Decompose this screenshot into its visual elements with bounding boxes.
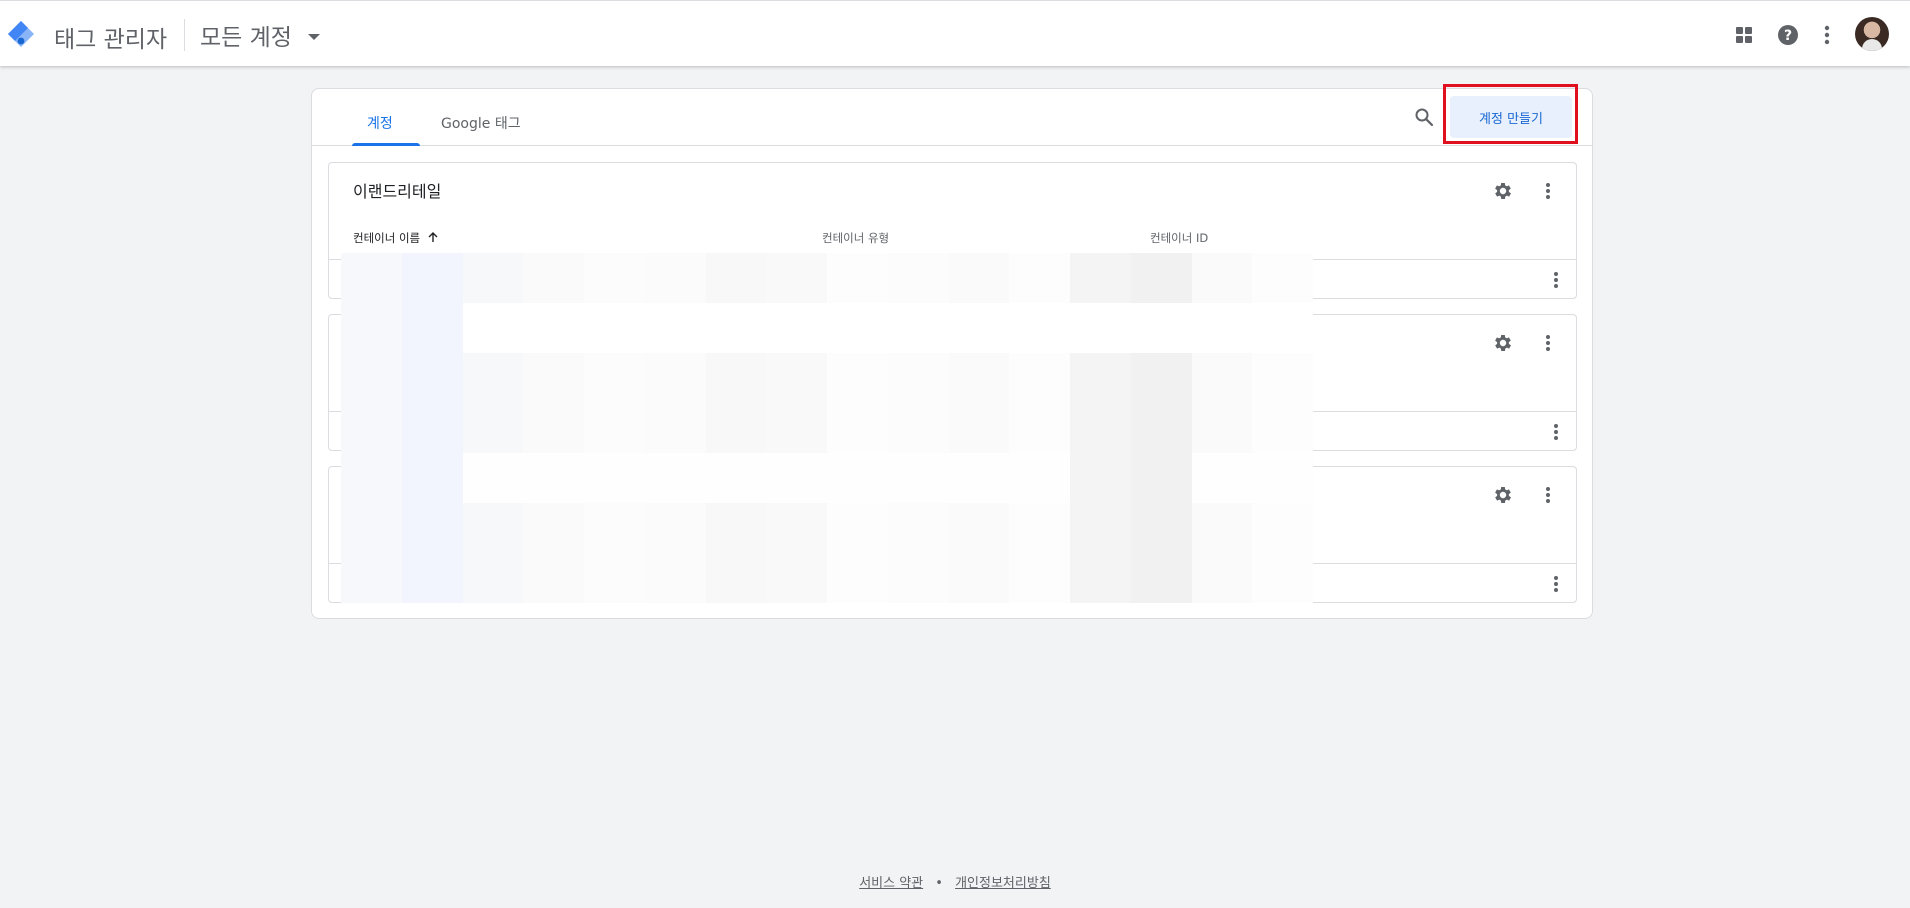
- create-account-button[interactable]: 계정 만들기: [1450, 96, 1572, 138]
- more-vert-icon[interactable]: [1542, 570, 1570, 598]
- avatar[interactable]: [1855, 17, 1889, 51]
- tab-accounts[interactable]: 계정: [367, 113, 393, 133]
- account-picker[interactable]: 모든 계정: [200, 18, 320, 52]
- account-card: [328, 314, 1577, 451]
- title-divider: [184, 19, 185, 51]
- gear-icon[interactable]: [1489, 481, 1517, 509]
- chevron-down-icon: [307, 33, 320, 40]
- tag-manager-logo-icon[interactable]: [6, 19, 36, 49]
- account-name[interactable]: 이랜드리테일: [353, 178, 441, 202]
- help-icon[interactable]: ?: [1774, 21, 1802, 49]
- column-header-container-id[interactable]: 컨테이너 ID: [1150, 230, 1208, 246]
- terms-link[interactable]: 서비스 약관: [859, 876, 923, 891]
- more-vert-icon[interactable]: [1534, 329, 1562, 357]
- svg-text:?: ?: [1784, 28, 1792, 44]
- gear-icon[interactable]: [1489, 329, 1517, 357]
- search-icon[interactable]: [1410, 103, 1438, 131]
- privacy-link[interactable]: 개인정보처리방침: [955, 876, 1051, 891]
- footer: 서비스 약관 • 개인정보처리방침: [0, 872, 1910, 891]
- account-card: [328, 466, 1577, 603]
- table-row[interactable]: [329, 563, 1576, 603]
- arrow-up-icon: [428, 232, 438, 242]
- more-vert-icon[interactable]: [1534, 177, 1562, 205]
- account-picker-label: 모든 계정: [200, 25, 292, 51]
- more-vert-icon[interactable]: [1534, 481, 1562, 509]
- accounts-panel: 계정 Google 태그 계정 만들기 이랜드리테일 컨테이너 이름 컨테이너 …: [311, 84, 1593, 619]
- table-row[interactable]: [329, 259, 1576, 299]
- account-card: 이랜드리테일 컨테이너 이름 컨테이너 유형 컨테이너 ID: [328, 162, 1577, 299]
- column-header-container-name[interactable]: 컨테이너 이름: [353, 230, 438, 246]
- footer-separator: •: [935, 876, 943, 891]
- apps-grid-icon[interactable]: [1730, 21, 1758, 49]
- more-vert-icon[interactable]: [1813, 21, 1841, 49]
- gear-icon[interactable]: [1489, 177, 1517, 205]
- column-header-container-type[interactable]: 컨테이너 유형: [822, 230, 889, 246]
- top-app-bar: 태그 관리자 모든 계정 ?: [0, 0, 1910, 66]
- more-vert-icon[interactable]: [1542, 418, 1570, 446]
- column-header-label: 컨테이너 이름: [353, 231, 421, 245]
- active-tab-indicator: [352, 143, 420, 146]
- more-vert-icon[interactable]: [1542, 266, 1570, 294]
- tab-google-tags[interactable]: Google 태그: [441, 113, 521, 133]
- app-title[interactable]: 태그 관리자: [54, 20, 167, 54]
- tab-bar: 계정 Google 태그 계정 만들기: [312, 84, 1592, 146]
- table-row[interactable]: [329, 411, 1576, 451]
